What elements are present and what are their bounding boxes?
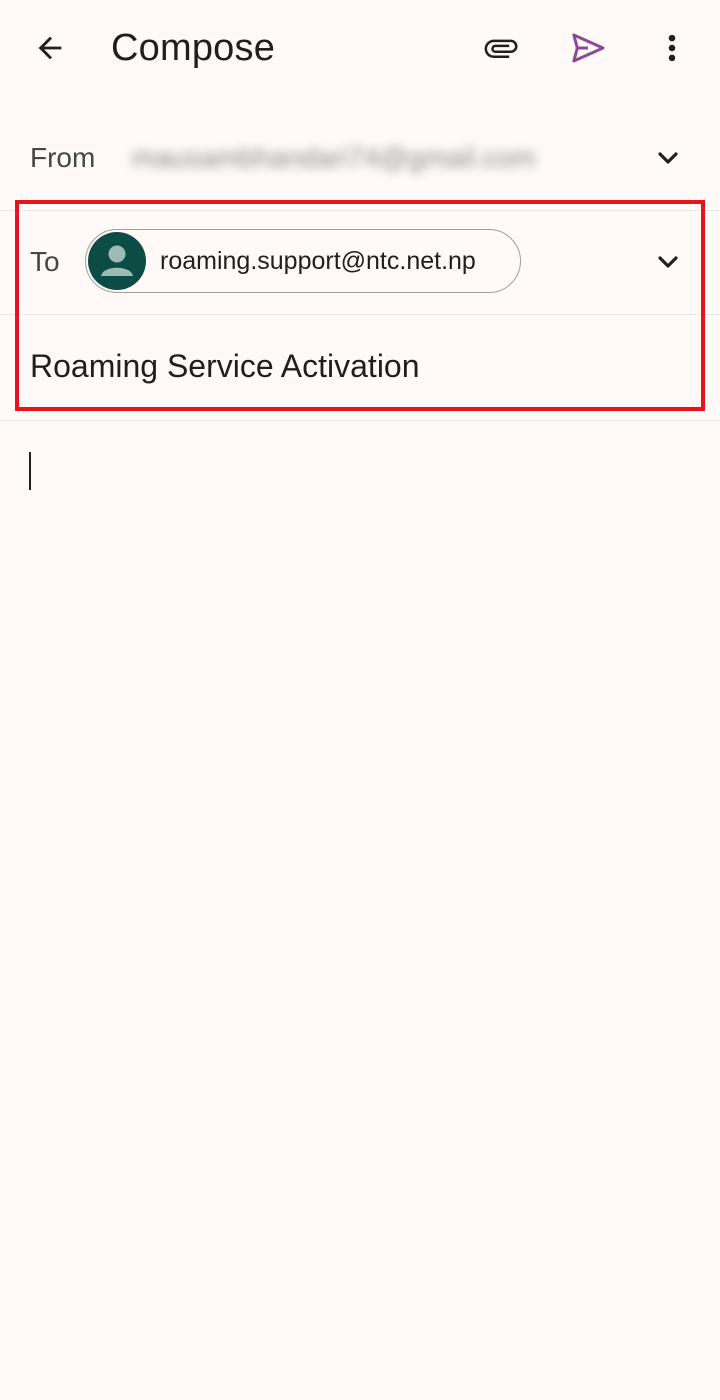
top-app-bar: Compose — [0, 0, 720, 96]
page-title: Compose — [111, 27, 276, 69]
subject-field[interactable]: Roaming Service Activation — [30, 348, 420, 385]
more-options-button[interactable] — [648, 22, 696, 74]
from-label: From — [30, 142, 96, 173]
attach-button[interactable] — [470, 22, 530, 74]
text-cursor — [29, 452, 31, 490]
avatar — [88, 232, 146, 290]
compose-screen: Compose From mausambhandari74@gmail.com — [0, 0, 720, 1400]
from-account: mausambhandari74@gmail.com — [132, 142, 536, 173]
send-button[interactable] — [560, 22, 616, 74]
from-row[interactable]: From mausambhandari74@gmail.com — [0, 106, 720, 211]
arrow-back-icon — [38, 36, 62, 60]
to-row[interactable]: To roaming.support@ntc.net.np — [0, 210, 720, 315]
message-body-field[interactable] — [0, 421, 720, 1400]
to-expand-button[interactable] — [648, 242, 688, 282]
to-label: To — [30, 246, 60, 277]
back-button[interactable] — [22, 22, 78, 74]
recipient-chip[interactable]: roaming.support@ntc.net.np — [85, 229, 521, 293]
recipient-email: roaming.support@ntc.net.np — [160, 246, 476, 275]
from-expand-button[interactable] — [648, 138, 688, 178]
chevron-down-icon — [658, 152, 678, 164]
send-icon — [572, 33, 605, 63]
subject-row[interactable]: Roaming Service Activation — [0, 314, 720, 421]
paperclip-icon — [484, 39, 518, 58]
more-vert-icon — [668, 34, 676, 62]
chevron-down-icon — [658, 256, 678, 268]
person-icon — [101, 245, 133, 276]
